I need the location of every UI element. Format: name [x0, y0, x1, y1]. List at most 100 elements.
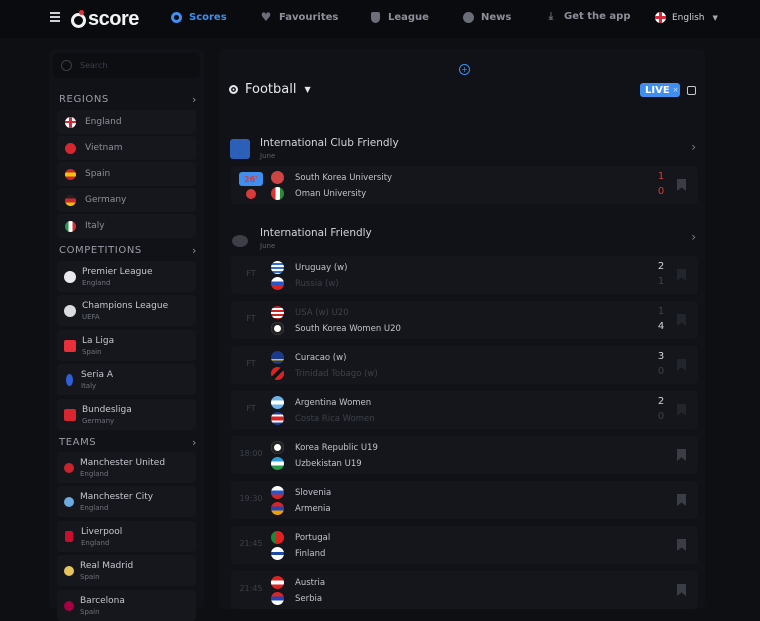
home-team: Korea Republic U19	[271, 441, 378, 454]
match-row[interactable]: FT Uruguay (w) Russia (w) 2 1	[231, 256, 698, 294]
away-score: 0	[657, 366, 665, 377]
competition-item-bundesliga[interactable]: Bundesliga Germany	[57, 399, 196, 430]
competition-region: England	[82, 278, 111, 287]
russia-flag-icon	[271, 277, 284, 290]
bookmark-icon[interactable]	[677, 539, 686, 551]
competition-name: Premier League	[82, 266, 153, 277]
bookmark-icon[interactable]	[677, 179, 686, 191]
match-row[interactable]: 21:45 Austria Serbia	[231, 571, 698, 609]
logo[interactable]: score	[71, 8, 139, 31]
calendar-icon[interactable]	[687, 86, 696, 95]
bookmark-icon[interactable]	[677, 269, 686, 281]
sport-selector[interactable]: Football ▼	[229, 82, 311, 97]
home-score: 1	[657, 306, 665, 317]
home-team-name: USA (w) U20	[295, 307, 349, 318]
search-box[interactable]: Search	[53, 53, 200, 78]
away-team: Serbia	[271, 592, 322, 605]
away-team-name: Costa Rica Women	[295, 413, 375, 424]
home-score: 2	[657, 261, 665, 272]
league-header[interactable]: International Friendly June ›	[230, 227, 696, 250]
home-team-name: Slovenia	[295, 487, 332, 498]
team-item-barcelona[interactable]: Barcelona Spain	[57, 590, 196, 621]
bookmark-icon[interactable]	[677, 314, 686, 326]
nav-get-app[interactable]: ⤓ Get the app	[545, 10, 631, 22]
nav-league-label: League	[388, 11, 429, 23]
live-label: LIVE	[645, 84, 670, 96]
competitions-header[interactable]: COMPETITIONS ›	[59, 244, 197, 257]
language-selector[interactable]: English ▼	[655, 12, 718, 23]
real-madrid-crest-icon	[64, 565, 74, 576]
language-label: English	[672, 12, 705, 23]
bookmark-icon[interactable]	[677, 404, 686, 416]
team-item-manchester-united[interactable]: Manchester United England	[57, 452, 196, 483]
sidebar: Search REGIONS › England Vietnam Spain G…	[49, 49, 204, 621]
korea-flag-icon	[271, 441, 284, 454]
match-row[interactable]: FT Argentina Women Costa Rica Women 2 0	[231, 391, 698, 429]
bookmark-icon[interactable]	[677, 449, 686, 461]
region-item-spain[interactable]: Spain	[57, 162, 196, 186]
region-item-vietnam[interactable]: Vietnam	[57, 136, 196, 160]
team-item-manchester-city[interactable]: Manchester City England	[57, 486, 196, 517]
competition-item-champions-league[interactable]: Champions League UEFA	[57, 295, 196, 326]
home-team-name: Korea Republic U19	[295, 442, 378, 453]
competition-item-seria-a[interactable]: Seria A Italy	[57, 364, 196, 395]
bookmark-icon[interactable]	[677, 584, 686, 596]
usa-flag-icon	[271, 306, 284, 319]
close-icon[interactable]: ×	[673, 86, 679, 94]
football-icon	[229, 85, 238, 94]
chevron-right-icon: ›	[192, 93, 197, 106]
league-header[interactable]: International Club Friendly June ›	[230, 137, 696, 160]
team-region: England	[81, 538, 110, 547]
match-row[interactable]: 19:30 Slovenia Armenia	[231, 481, 698, 519]
away-score: 0	[657, 411, 665, 422]
region-item-england[interactable]: England	[57, 110, 196, 134]
search-icon	[61, 60, 72, 71]
match-time: FT	[246, 404, 256, 413]
team-item-liverpool[interactable]: Liverpool England	[57, 521, 196, 552]
team-item-real-madrid[interactable]: Real Madrid Spain	[57, 555, 196, 586]
search-input[interactable]: Search	[80, 61, 107, 70]
news-icon	[462, 11, 474, 23]
menu-icon[interactable]	[50, 12, 60, 22]
competition-name: La Liga	[82, 335, 115, 346]
away-team-name: South Korea Women U20	[295, 323, 401, 334]
teams-header[interactable]: TEAMS ›	[59, 436, 197, 449]
bookmark-icon[interactable]	[677, 359, 686, 371]
match-time: 21:45	[239, 539, 263, 548]
region-item-italy[interactable]: Italy	[57, 214, 196, 238]
match-time: FT	[246, 314, 256, 323]
match-row[interactable]: FT Curacao (w) Trinidad Tobago (w) 3 0	[231, 346, 698, 384]
team-region: Spain	[80, 607, 100, 616]
home-team: Curacao (w)	[271, 351, 346, 364]
trinidad-flag-icon	[271, 367, 284, 380]
home-team-name: Uruguay (w)	[295, 262, 348, 273]
nav-news[interactable]: News	[462, 11, 511, 23]
chevron-right-icon: ›	[192, 244, 197, 257]
match-row[interactable]: 26' South Korea University Oman Universi…	[231, 166, 698, 204]
team-name: Liverpool	[81, 526, 123, 537]
add-icon[interactable]: +	[459, 64, 470, 75]
nav-favourites[interactable]: ♥ Favourites	[260, 10, 339, 24]
bookmark-icon[interactable]	[677, 494, 686, 506]
chevron-down-icon: ▼	[712, 13, 718, 22]
match-row[interactable]: 18:00 Korea Republic U19 Uzbekistan U19	[231, 436, 698, 474]
away-team-name: Uzbekistan U19	[295, 458, 362, 469]
team-region: Spain	[80, 572, 100, 581]
nav-scores[interactable]: Scores	[170, 11, 227, 23]
competition-item-premier-league[interactable]: Premier League England	[57, 261, 196, 292]
away-team: South Korea Women U20	[271, 322, 401, 335]
england-flag-icon	[655, 12, 666, 23]
match-row[interactable]: FT USA (w) U20 South Korea Women U20 1 4	[231, 301, 698, 339]
match-row[interactable]: 21:45 Portugal Finland	[231, 526, 698, 564]
home-team-name: Curacao (w)	[295, 352, 347, 363]
match-time: 26'	[239, 172, 263, 186]
bundesliga-icon	[64, 408, 76, 421]
regions-header[interactable]: REGIONS ›	[59, 93, 197, 106]
live-indicator-icon	[246, 189, 256, 199]
away-team: Finland	[271, 547, 325, 560]
live-toggle-button[interactable]: LIVE ×	[640, 83, 680, 97]
nav-league[interactable]: League	[369, 11, 429, 23]
away-team: Armenia	[271, 502, 331, 515]
region-item-germany[interactable]: Germany	[57, 188, 196, 212]
competition-item-la-liga[interactable]: La Liga Spain	[57, 330, 196, 361]
